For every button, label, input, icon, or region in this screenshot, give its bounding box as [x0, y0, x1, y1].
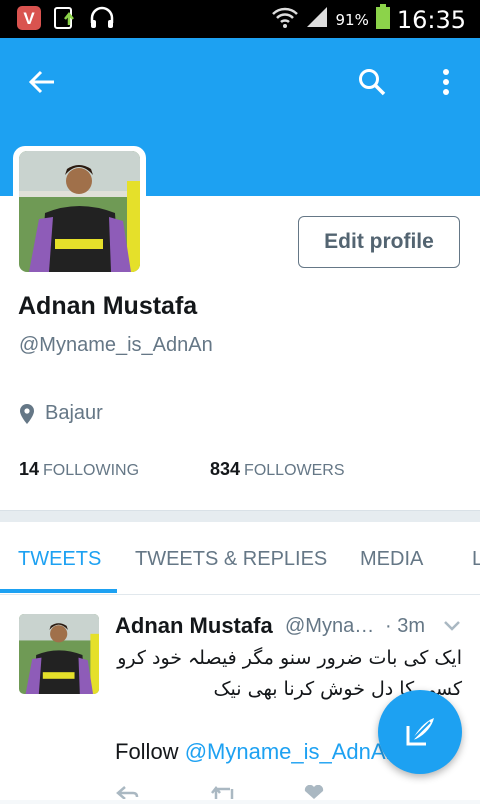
tab-tweets-and-replies[interactable]: TWEETS & REPLIES: [135, 548, 327, 571]
chevron-down-icon: [444, 621, 460, 631]
compose-tweet-button[interactable]: [378, 690, 462, 774]
tweet-avatar[interactable]: [19, 614, 99, 694]
arrow-left-icon: [28, 70, 54, 94]
svg-text:V: V: [23, 9, 35, 28]
edit-profile-button[interactable]: Edit profile: [298, 216, 460, 268]
reply-icon: [116, 786, 139, 800]
retweet-icon: [211, 785, 234, 799]
back-button[interactable]: [24, 64, 60, 100]
compose-quill-icon: [406, 718, 434, 746]
following-link[interactable]: 14 FOLLOWING: [19, 459, 139, 480]
search-icon: [359, 69, 386, 96]
retweet-button[interactable]: [210, 785, 238, 804]
app-v-icon: V: [16, 5, 42, 36]
tab-media[interactable]: MEDIA: [360, 548, 423, 571]
followers-label: FOLLOWERS: [244, 462, 345, 479]
mention-link[interactable]: @Myname_is_AdnAn: [185, 739, 398, 764]
followers-count: 834: [210, 459, 241, 479]
active-tab-indicator: [0, 589, 117, 593]
tweet-follow-text: Follow @Myname_is_AdnAn: [115, 739, 398, 765]
tweet-text-line: ایک کی بات ضرور سنو مگر فیصلہ خود کرو: [117, 647, 462, 669]
upload-notification-icon: [52, 5, 78, 36]
location-pin-icon: [20, 403, 34, 424]
profile-name: Adnan Mustafa: [18, 292, 198, 320]
follow-prefix: Follow: [115, 739, 179, 764]
tab-tweets[interactable]: TWEETS: [18, 548, 101, 571]
headphones-icon: [88, 5, 116, 36]
battery-icon: [375, 4, 391, 35]
search-button[interactable]: [354, 64, 390, 100]
profile-tabs: TWEETS TWEETS & REPLIES MEDIA L: [0, 522, 480, 595]
clock: 16:35: [396, 5, 466, 34]
location-text: Bajaur: [45, 402, 103, 424]
profile-handle: @Myname_is_AdnAn: [19, 334, 213, 356]
profile-avatar[interactable]: [13, 146, 146, 277]
profile-location: Bajaur: [19, 402, 103, 425]
signal-icon: [305, 5, 329, 34]
followers-link[interactable]: 834 FOLLOWERS: [210, 459, 345, 480]
overflow-menu-button[interactable]: [428, 64, 464, 100]
tab-likes-partial[interactable]: L: [472, 548, 480, 571]
like-button[interactable]: [303, 784, 325, 804]
tweet-menu-button[interactable]: [443, 619, 461, 637]
avatar-photo: [19, 151, 140, 272]
reply-button[interactable]: [115, 785, 139, 804]
tweet-timestamp: · 3m: [385, 615, 425, 637]
tweet-author-name[interactable]: Adnan Mustafa: [115, 613, 273, 639]
tweet-author-handle: @Myna…: [285, 615, 375, 637]
status-bar: V 91% 16:35: [0, 0, 480, 38]
heart-icon: [304, 784, 324, 799]
wifi-icon: [271, 5, 299, 34]
more-vert-icon: [443, 69, 449, 95]
following-label: FOLLOWING: [43, 462, 140, 479]
battery-percent: 91%: [335, 10, 369, 29]
following-count: 14: [19, 459, 40, 479]
